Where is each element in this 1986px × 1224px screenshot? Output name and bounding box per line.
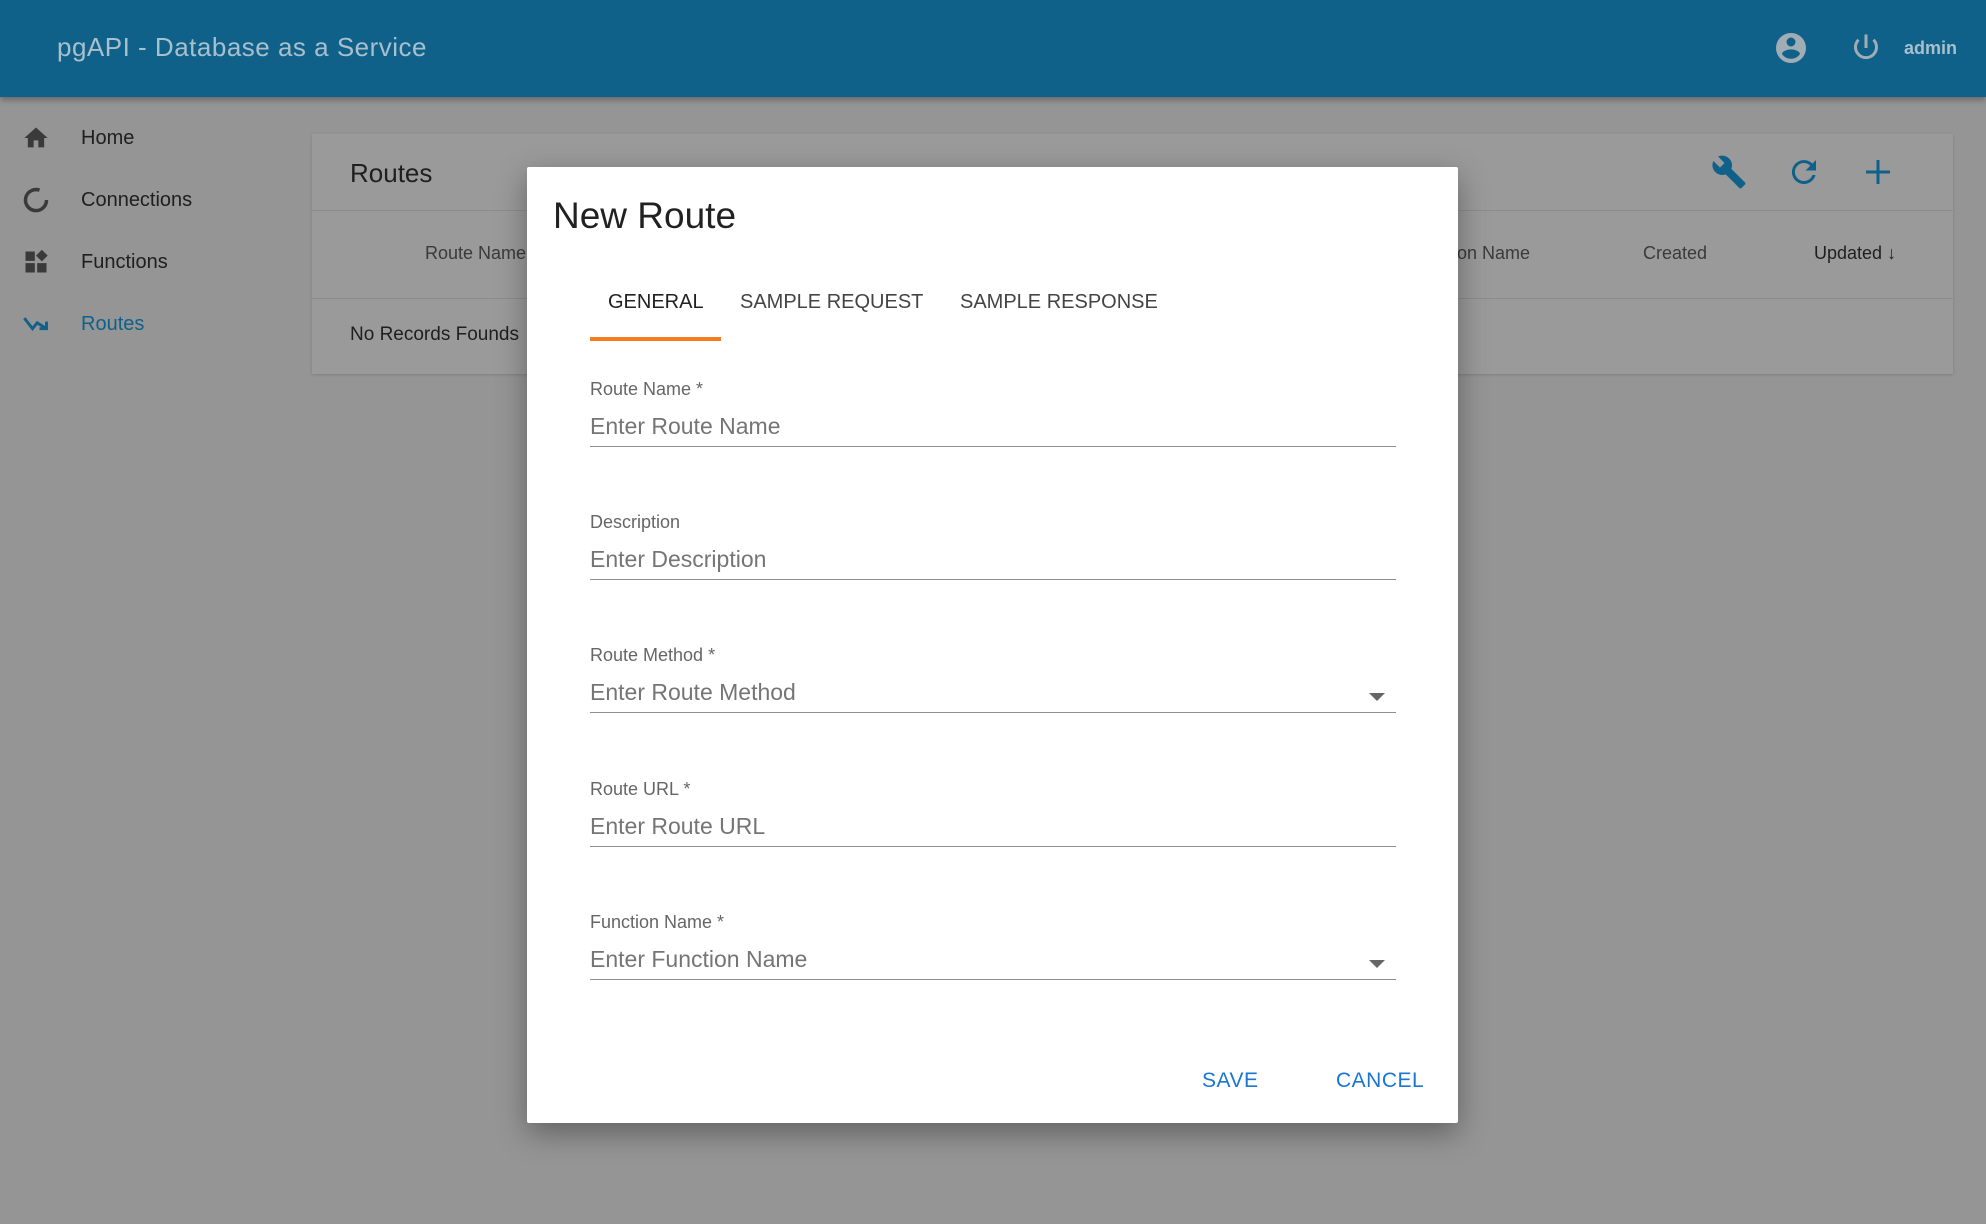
functions-icon (25, 249, 48, 273)
route-name-input[interactable] (590, 413, 1396, 447)
sidebar-item-label: Functions (81, 250, 168, 273)
sidebar-item-label: Home (81, 126, 135, 149)
tab-sample-request[interactable]: SAMPLE REQUEST (740, 291, 923, 314)
tab-sample-response[interactable]: SAMPLE RESPONSE (960, 291, 1158, 314)
new-route-dialog: New Route GENERAL SAMPLE REQUEST SAMPLE … (527, 167, 1458, 1123)
page-title: Routes (350, 158, 433, 188)
function-name-input[interactable] (590, 946, 1396, 980)
column-header-updated[interactable]: Updated ↓ (1814, 243, 1896, 264)
add-icon[interactable] (1860, 154, 1896, 190)
route-method-label: Route Method * (590, 645, 716, 665)
routes-icon (23, 317, 48, 332)
save-button[interactable]: SAVE (1202, 1069, 1258, 1093)
sidebar-item-label: Connections (81, 188, 193, 211)
sidebar-item-label: Routes (81, 312, 145, 335)
tab-indicator (590, 337, 721, 341)
column-label: Updated (1814, 243, 1883, 263)
account-circle-icon[interactable] (1773, 30, 1809, 66)
sort-arrow-icon: ↓ (1887, 243, 1897, 263)
sidebar-item-connections[interactable]: Connections (0, 175, 300, 225)
cancel-button[interactable]: CANCEL (1336, 1069, 1424, 1093)
description-label: Description (590, 512, 681, 532)
tab-general[interactable]: GENERAL (608, 291, 704, 314)
route-url-input[interactable] (590, 813, 1396, 847)
user-name[interactable]: admin (1904, 38, 1957, 59)
dropdown-arrow-icon[interactable] (1369, 693, 1385, 701)
column-header-function-name[interactable]: on Name (1457, 243, 1530, 264)
wrench-icon[interactable] (1711, 154, 1747, 190)
route-method-input[interactable] (590, 679, 1396, 713)
app-header: pgAPI - Database as a Service admin (0, 0, 1986, 97)
connections-icon (23, 187, 49, 213)
empty-message: No Records Founds (350, 324, 519, 345)
function-name-select[interactable] (527, 946, 1458, 982)
sidebar-item-home[interactable]: Home (0, 113, 300, 163)
app-title: pgAPI - Database as a Service (57, 32, 428, 62)
dialog-title: New Route (553, 195, 737, 236)
route-url-label: Route URL * (590, 779, 691, 799)
column-header-route-name[interactable]: Route Name (425, 243, 526, 264)
route-method-select[interactable] (527, 679, 1458, 715)
sidebar-item-routes[interactable]: Routes (0, 299, 300, 349)
home-icon (24, 127, 48, 148)
power-icon[interactable] (1848, 30, 1884, 66)
description-input[interactable] (590, 546, 1396, 580)
sidebar-item-functions[interactable]: Functions (0, 237, 300, 287)
column-header-created[interactable]: Created (1643, 243, 1707, 264)
route-name-label: Route Name * (590, 379, 704, 399)
refresh-icon[interactable] (1786, 154, 1822, 190)
dropdown-arrow-icon[interactable] (1369, 960, 1385, 968)
function-name-label: Function Name * (590, 912, 725, 932)
